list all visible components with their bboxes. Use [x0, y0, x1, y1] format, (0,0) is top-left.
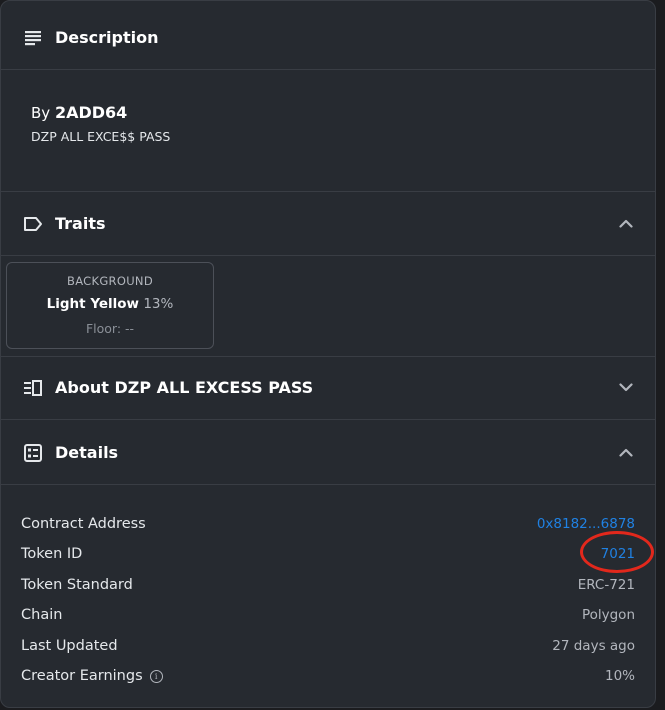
detail-row-token-standard: Token Standard ERC-721 — [21, 574, 635, 596]
chevron-down-icon[interactable] — [617, 379, 635, 397]
detail-row-last-updated: Last Updated 27 days ago — [21, 635, 635, 657]
chevron-up-icon[interactable] — [617, 215, 635, 233]
description-title: Description — [55, 28, 159, 47]
trait-type: BACKGROUND — [67, 274, 153, 288]
description-body: By 2ADD64 DZP ALL EXCE$$ PASS — [1, 71, 655, 192]
details-title: Details — [55, 443, 119, 462]
detail-value: ERC-721 — [577, 577, 635, 593]
tag-icon — [22, 213, 44, 235]
detail-row-chain: Chain Polygon — [21, 604, 635, 626]
about-header[interactable]: About DZP ALL EXCESS PASS — [1, 356, 655, 420]
token-id-link[interactable]: 7021 — [601, 546, 635, 562]
description-header[interactable]: Description — [1, 6, 655, 70]
detail-label: Chain — [21, 607, 63, 623]
detail-value: Polygon — [581, 607, 635, 623]
detail-row-creator-earnings: Creator Earnings i 10% — [21, 665, 635, 687]
chevron-up-icon[interactable] — [617, 444, 635, 462]
detail-value: 27 days ago — [552, 638, 635, 654]
detail-label: Contract Address — [21, 516, 146, 532]
trait-card[interactable]: BACKGROUND Light Yellow 13% Floor: -- — [6, 262, 214, 349]
contract-address-link[interactable]: 0x8182...6878 — [537, 516, 635, 532]
trait-floor: Floor: -- — [85, 321, 135, 336]
detail-row-contract-address: Contract Address 0x8182...6878 — [21, 513, 635, 535]
trait-value-line: Light Yellow 13% — [7, 296, 213, 312]
detail-label: Token ID — [21, 546, 83, 562]
traits-body: BACKGROUND Light Yellow 13% Floor: -- — [1, 256, 655, 357]
by-prefix: By — [31, 104, 51, 122]
details-header[interactable]: Details — [1, 421, 655, 485]
item-details-panel: Description By 2ADD64 DZP ALL EXCE$$ PAS… — [0, 0, 656, 708]
about-title: About DZP ALL EXCESS PASS — [55, 378, 314, 397]
detail-row-token-id: Token ID 7021 — [21, 543, 635, 565]
creator-link[interactable]: 2ADD64 — [55, 103, 127, 122]
creator-line: By 2ADD64 — [31, 103, 127, 122]
description-text: DZP ALL EXCE$$ PASS — [31, 129, 171, 144]
detail-label: Token Standard — [21, 577, 133, 593]
trait-value: Light Yellow — [46, 296, 140, 312]
details-body: Contract Address 0x8182...6878 Token ID … — [1, 486, 655, 707]
detail-label: Creator Earnings — [21, 668, 143, 684]
detail-label: Last Updated — [21, 638, 118, 654]
detail-value: 10% — [604, 668, 635, 684]
description-icon — [22, 27, 44, 49]
details-icon — [22, 442, 44, 464]
traits-header[interactable]: Traits — [1, 192, 655, 256]
trait-percent: 13% — [143, 296, 174, 312]
about-icon — [22, 377, 44, 399]
info-icon[interactable]: i — [149, 669, 163, 683]
traits-title: Traits — [55, 214, 106, 233]
detail-label-wrap: Creator Earnings i — [21, 668, 163, 684]
